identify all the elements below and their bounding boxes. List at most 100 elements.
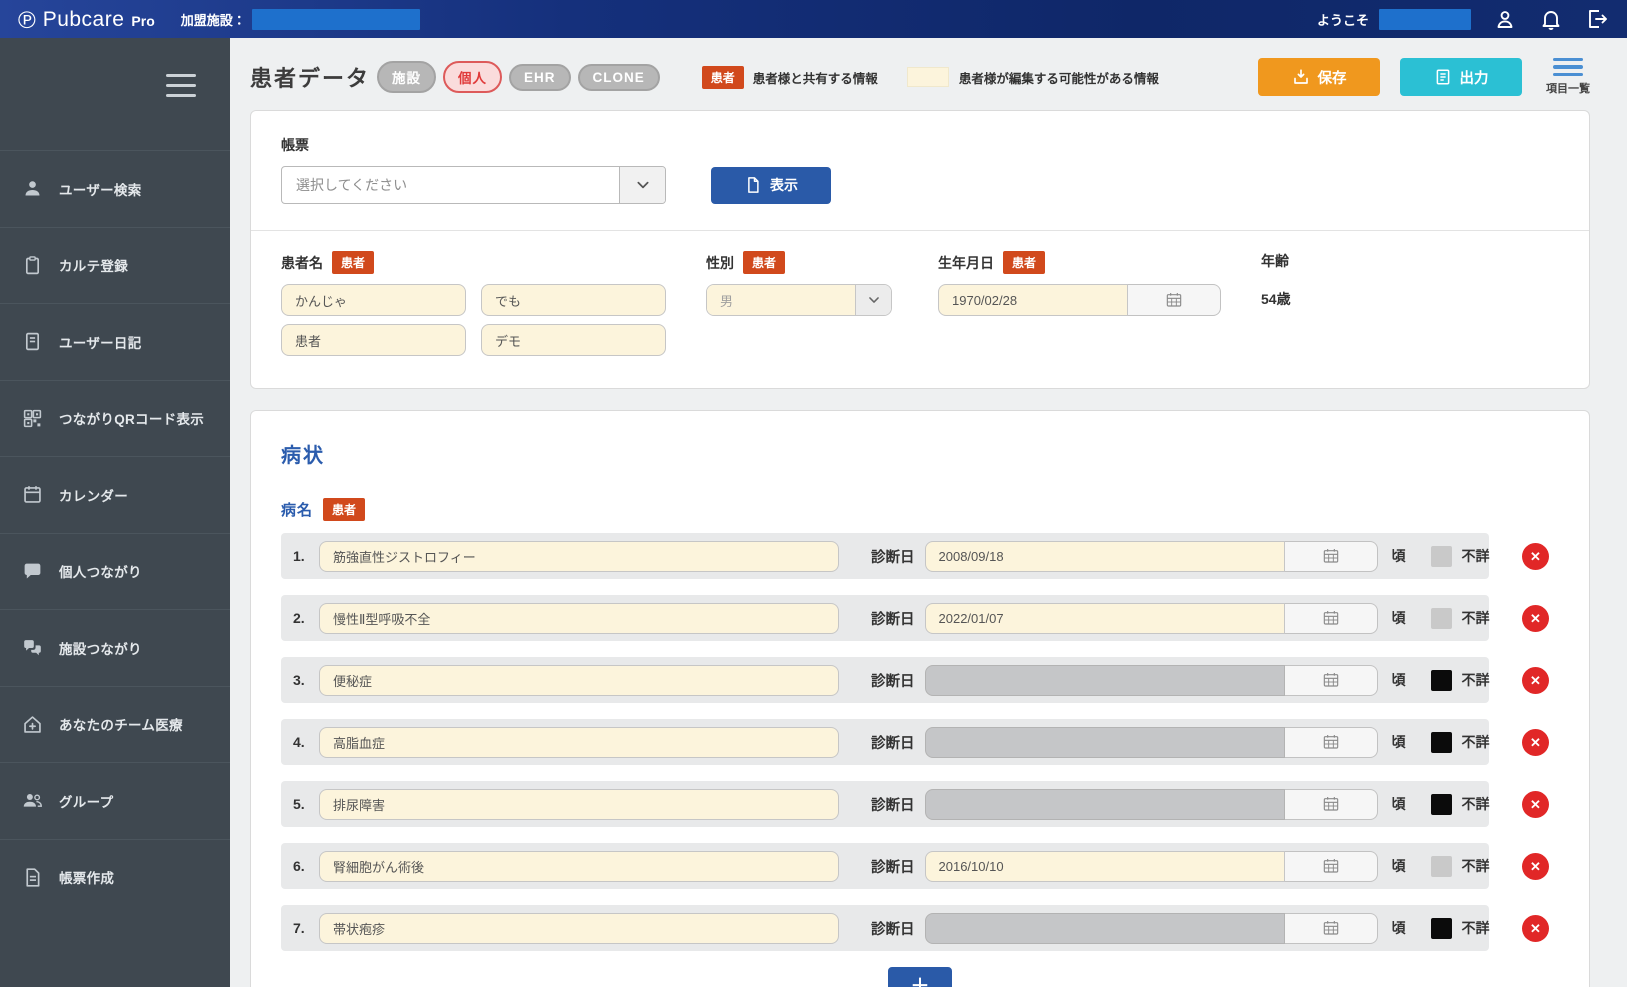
disease-row: 1. 診断日 頃 不詳 ✕ (281, 533, 1559, 579)
disease-name-input[interactable] (319, 664, 839, 696)
calendar-button[interactable] (1284, 912, 1378, 944)
gender-select[interactable]: 男 (706, 284, 892, 316)
sidebar-item-karte-register[interactable]: カルテ登録 (0, 226, 230, 304)
legend-patient-badge: 患者 (701, 65, 744, 89)
personal-badge[interactable]: 個人 (443, 61, 503, 93)
sidebar-item-label: あなたのチーム医療 (59, 718, 183, 734)
diagnosis-date-input[interactable] (924, 664, 1285, 696)
age-value: 54歳 (1261, 291, 1291, 307)
diagnosis-date-label: 診断日 (871, 859, 915, 876)
sidebar-item-qr-code[interactable]: つながりQRコード表示 (0, 379, 230, 457)
sidebar-item-label: ユーザー日記 (59, 335, 142, 351)
delete-row-button[interactable]: ✕ (1522, 666, 1549, 694)
unknown-checkbox[interactable] (1430, 793, 1452, 815)
delete-row-button[interactable]: ✕ (1522, 852, 1549, 880)
sidebar-item-group[interactable]: グループ (0, 762, 230, 839)
sidebar-item-user-diary[interactable]: ユーザー日記 (0, 303, 230, 380)
sidebar-item-team-medical[interactable]: あなたのチーム医療 (0, 685, 230, 763)
age-label: 年齢 (1261, 253, 1289, 269)
unknown-checkbox[interactable] (1430, 545, 1452, 567)
ehr-badge[interactable]: EHR (509, 63, 571, 91)
disease-row-number: 3. (293, 672, 305, 688)
report-select-placeholder: 選択してください (296, 177, 408, 193)
delete-row-button[interactable]: ✕ (1522, 728, 1549, 756)
sidebar-item-personal-connections[interactable]: 個人つながり (0, 532, 230, 610)
delete-row-button[interactable]: ✕ (1522, 790, 1549, 818)
diagnosis-date-input[interactable] (924, 788, 1285, 820)
unknown-checkbox[interactable] (1430, 669, 1452, 691)
unknown-label: 不詳 (1461, 796, 1490, 812)
name-kana-sei-input[interactable] (281, 284, 466, 316)
page-title: 患者データ (250, 66, 371, 91)
calendar-button[interactable] (1284, 540, 1378, 572)
calendar-icon (22, 484, 43, 505)
unknown-checkbox[interactable] (1430, 855, 1452, 877)
facility-badge[interactable]: 施設 (377, 61, 437, 93)
diagnosis-date-input[interactable] (924, 540, 1285, 572)
notifications-bell-icon[interactable] (1539, 7, 1563, 31)
calendar-button[interactable] (1284, 726, 1378, 758)
unknown-label: 不詳 (1461, 920, 1490, 936)
disease-name-input[interactable] (319, 850, 839, 882)
disease-name-input[interactable] (319, 540, 839, 572)
symptoms-section-title: 病状 (281, 445, 325, 467)
diagnosis-date-input[interactable] (924, 726, 1285, 758)
disease-row-number: 2. (293, 610, 305, 626)
unknown-label: 不詳 (1461, 672, 1490, 688)
unknown-checkbox[interactable] (1430, 731, 1452, 753)
delete-row-button[interactable]: ✕ (1522, 914, 1549, 942)
chevron-down-icon[interactable] (619, 167, 665, 203)
export-button[interactable]: 出力 (1400, 58, 1522, 96)
welcome-label: ようこそ (1316, 12, 1369, 28)
disease-name-input[interactable] (319, 788, 839, 820)
patient-summary-card: 帳票 選択してください 表示 患者名 患者 かんじゃ でも 患者 デモ 性別 患… (250, 110, 1590, 389)
disease-row: 6. 診断日 頃 不詳 ✕ (281, 843, 1559, 889)
report-select[interactable]: 選択してください (281, 166, 666, 204)
sidebar-item-user-search[interactable]: ユーザー検索 (0, 150, 230, 227)
unknown-label: 不詳 (1461, 610, 1490, 626)
item-list-button[interactable]: 項目一覧 (1546, 57, 1590, 97)
add-disease-button[interactable]: ＋ (888, 967, 952, 987)
gender-value: 男 (707, 285, 855, 315)
sidebar-item-label: 個人つながり (59, 565, 142, 581)
name-mei-input[interactable] (481, 324, 666, 356)
report-label: 帳票 (281, 137, 309, 153)
brand-name: Pubcare (42, 7, 125, 31)
disease-row: 7. 診断日 頃 不詳 ✕ (281, 905, 1559, 951)
sidebar-item-calendar[interactable]: カレンダー (0, 456, 230, 533)
show-button[interactable]: 表示 (711, 166, 831, 204)
delete-row-button[interactable]: ✕ (1522, 542, 1549, 570)
delete-row-button[interactable]: ✕ (1522, 604, 1549, 632)
pubcare-logo-icon: ℗ (18, 6, 36, 34)
account-icon[interactable] (1493, 7, 1517, 31)
disease-name-input[interactable] (319, 726, 839, 758)
unknown-checkbox[interactable] (1430, 607, 1452, 629)
name-kana-mei-input[interactable] (481, 284, 666, 316)
unknown-checkbox[interactable] (1430, 917, 1452, 939)
clone-badge[interactable]: CLONE (577, 63, 660, 91)
chevron-down-icon[interactable] (855, 285, 891, 315)
sidebar-toggle-icon[interactable] (166, 74, 196, 97)
name-sei-input[interactable] (281, 324, 466, 356)
disease-name-input[interactable] (319, 912, 839, 944)
unknown-label: 不詳 (1461, 858, 1490, 874)
approx-label: 頃 (1391, 672, 1406, 688)
save-button[interactable]: 保存 (1258, 58, 1380, 96)
diary-icon (22, 331, 43, 352)
disease-name-input[interactable] (319, 602, 839, 634)
diagnosis-date-input[interactable] (924, 912, 1285, 944)
logout-icon[interactable] (1585, 7, 1609, 31)
calendar-button[interactable] (1284, 788, 1378, 820)
diagnosis-date-label: 診断日 (871, 797, 915, 814)
sidebar-item-report-create[interactable]: 帳票作成 (0, 838, 230, 916)
calendar-button[interactable] (1128, 284, 1221, 316)
calendar-button[interactable] (1284, 664, 1378, 696)
calendar-button[interactable] (1284, 850, 1378, 882)
diagnosis-date-input[interactable] (924, 602, 1285, 634)
brand-logo[interactable]: ℗ Pubcare Pro (18, 6, 155, 34)
diagnosis-date-input[interactable] (924, 850, 1285, 882)
calendar-button[interactable] (1284, 602, 1378, 634)
sidebar-item-facility-connections[interactable]: 施設つながり (0, 609, 230, 686)
birthdate-input[interactable] (938, 284, 1128, 316)
patient-name-label: 患者名 (281, 254, 323, 271)
